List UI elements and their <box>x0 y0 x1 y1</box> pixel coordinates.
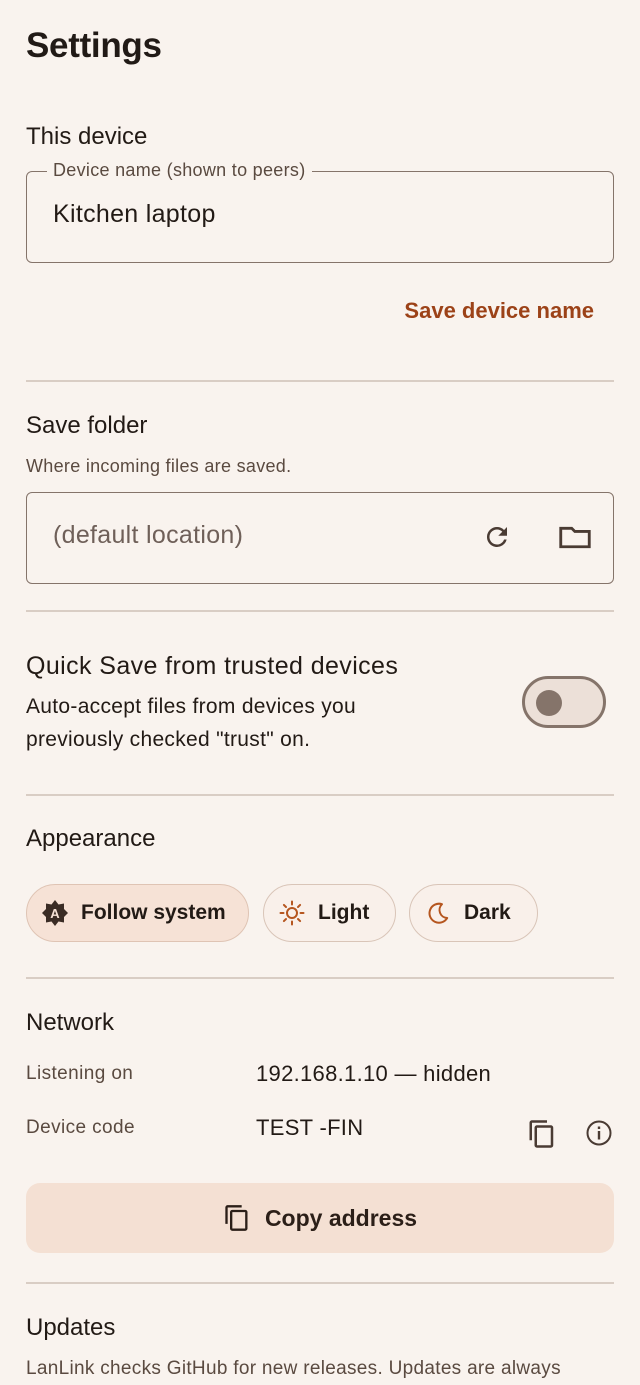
save-folder-heading: Save folder <box>26 412 148 439</box>
moon-icon <box>428 902 449 924</box>
divider <box>26 380 614 382</box>
copy-icon <box>225 1205 248 1231</box>
sun-icon <box>279 900 305 926</box>
reset-folder-button[interactable] <box>475 515 519 559</box>
this-device-heading: This device <box>26 123 148 150</box>
quick-save-description: Auto-accept files from devices you previ… <box>26 695 357 751</box>
device-code-label: Device code <box>26 1117 135 1138</box>
save-folder-field[interactable]: (default location) <box>26 492 614 584</box>
device-code-info-button[interactable] <box>578 1112 620 1154</box>
device-code-value: TEST -FIN <box>256 1115 364 1140</box>
divider <box>26 977 614 979</box>
device-name-label: Device name (shown to peers) <box>47 160 312 181</box>
appearance-heading: Appearance <box>26 825 156 852</box>
quick-save-toggle[interactable] <box>522 676 606 728</box>
chip-label: Follow system <box>81 901 226 924</box>
theme-option-dark[interactable]: Dark <box>409 884 538 942</box>
refresh-icon <box>486 527 507 547</box>
network-heading: Network <box>26 1009 115 1036</box>
theme-option-follow-system[interactable]: A Follow system <box>26 884 249 942</box>
copy-icon <box>529 1120 554 1148</box>
copy-address-button[interactable]: Copy address <box>26 1183 614 1253</box>
listening-on-value: 192.168.1.10 — hidden <box>256 1061 492 1086</box>
updates-heading: Updates <box>26 1314 116 1341</box>
copy-device-code-button[interactable] <box>520 1112 564 1156</box>
info-icon <box>586 1120 612 1146</box>
toggle-thumb <box>536 690 562 716</box>
quick-save-title: Quick Save from trusted devices <box>26 652 399 680</box>
page-title: Settings <box>26 26 162 65</box>
listening-on-label: Listening on <box>26 1063 134 1084</box>
divider <box>26 794 614 796</box>
auto-theme-icon: A <box>42 900 68 926</box>
device-name-field[interactable]: Device name (shown to peers) Kitchen lap… <box>26 160 614 263</box>
save-folder-placeholder: (default location) <box>53 521 244 549</box>
folder-icon <box>559 526 591 549</box>
svg-text:A: A <box>50 906 60 921</box>
settings-page: Settings This device Device name (shown … <box>0 0 640 1385</box>
browse-folder-button[interactable] <box>551 515 599 559</box>
copy-address-label: Copy address <box>264 1204 418 1231</box>
chip-label: Dark <box>464 901 511 924</box>
save-folder-description: Where incoming files are saved. <box>26 456 292 476</box>
chip-label: Light <box>318 901 370 924</box>
theme-option-light[interactable]: Light <box>263 884 396 942</box>
updates-description: LanLink checks GitHub for new releases. … <box>26 1358 561 1379</box>
device-name-value[interactable]: Kitchen laptop <box>53 200 216 229</box>
save-device-name-button[interactable]: Save device name <box>404 298 594 324</box>
divider <box>26 1282 614 1284</box>
divider <box>26 610 614 612</box>
